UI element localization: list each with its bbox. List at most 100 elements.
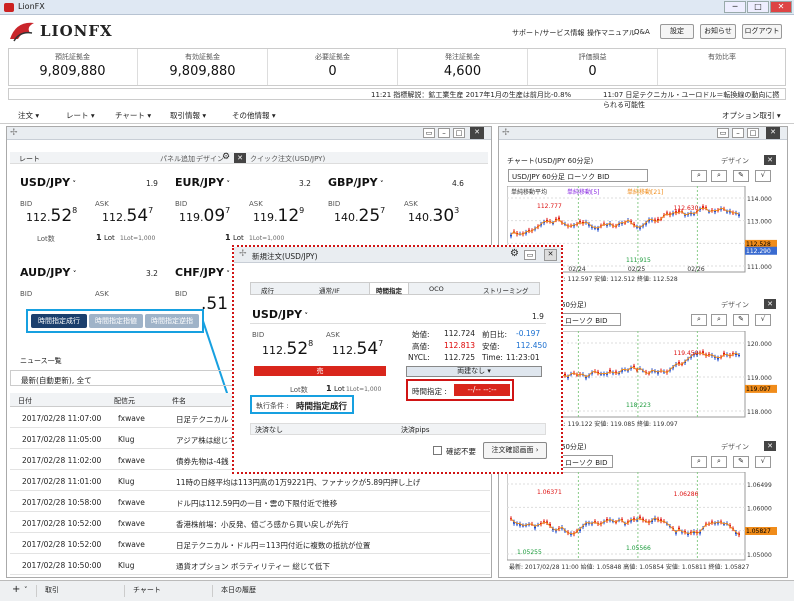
news-row[interactable]: 2017/02/28 10:58:00 fxwave ドル円は112.59円の一目・… (10, 492, 490, 512)
order-confirm-button[interactable]: 注文確認画面 › (483, 442, 547, 459)
news-row[interactable]: 2017/02/28 10:52:00 fxwave 日足テクニカル・ドル円＝113… (10, 534, 490, 554)
manual-link[interactable]: 操作マニュアル (587, 28, 636, 38)
menu-chart[interactable]: チャート ▾ (115, 110, 151, 121)
indicator-icon[interactable]: √ (755, 456, 771, 468)
support-link[interactable]: サポート/サービス情報 (512, 28, 584, 38)
order-lot-value[interactable]: 1 (326, 384, 332, 393)
indicator-icon[interactable]: √ (755, 170, 771, 182)
draw-icon[interactable]: ✎ (733, 314, 749, 326)
ask-price[interactable]: 119.129 (253, 206, 304, 226)
tab-oco[interactable]: OCO (429, 285, 444, 293)
chart-selector[interactable]: ローソク BID (561, 313, 621, 326)
panel-menu-icon[interactable]: ▭ (423, 128, 435, 138)
chart-design-link[interactable]: デザイン (721, 442, 749, 452)
order-dialog-header[interactable]: ✢ 新規注文(USD/JPY) ⚙ ▭ ✕ (234, 247, 561, 263)
logout-button[interactable]: ログアウト (742, 24, 782, 39)
menu-order[interactable]: 注文 ▾ (18, 110, 39, 121)
settings-button[interactable]: 設定 (660, 24, 694, 39)
panel-close-icon[interactable]: ✕ (766, 127, 780, 139)
time-limit-button[interactable]: 時間指定指値 (89, 314, 143, 328)
confirm-checkbox[interactable] (433, 446, 442, 455)
bid-price[interactable]: 140.257 (334, 206, 385, 226)
zoom-in-icon[interactable]: ⌕ (691, 314, 707, 326)
drag-handle-icon[interactable]: ✢ (10, 128, 18, 138)
chart-close-icon[interactable]: ✕ (764, 299, 776, 309)
qa-link[interactable]: Q&A (634, 28, 650, 36)
collapse-icon[interactable]: ˅ (24, 586, 28, 594)
design-link[interactable]: デザイン (196, 154, 224, 164)
add-icon[interactable]: + (12, 584, 20, 595)
minimize-button[interactable]: ─ (724, 1, 746, 13)
chart-selector[interactable]: ローソク BID (561, 455, 613, 468)
left-panel-header[interactable]: ✢ ▭ – □ ✕ (7, 127, 491, 140)
zoom-in-icon[interactable]: ⌕ (691, 170, 707, 182)
bottom-tab-trade[interactable]: 取引 (36, 585, 126, 597)
gear-icon[interactable]: ⚙ (510, 248, 519, 259)
menu-trade-info[interactable]: 取引情報 ▾ (170, 110, 206, 121)
panel-minimize-icon[interactable]: – (732, 128, 744, 138)
time-specify-input[interactable]: --/-- --:-- (454, 384, 510, 396)
menu-rate[interactable]: レート ▾ (66, 110, 95, 121)
news-row[interactable]: 2017/02/28 10:50:00 Klug 通貨オプション ボラティリティー … (10, 555, 490, 575)
order-ask-price[interactable]: 112.547 (332, 339, 383, 359)
time-stop-button[interactable]: 時間指定逆指 (145, 314, 199, 328)
rate-tile-eurjpy[interactable]: EUR/JPY ˅ 3.2 BID ASK 119.097 119.129 1 … (175, 176, 320, 246)
bottom-tab-history[interactable]: 本日の履歴 (212, 585, 302, 597)
chart-design-link[interactable]: デザイン (721, 156, 749, 166)
bottom-tab-chart[interactable]: チャート (124, 585, 214, 597)
zoom-out-icon[interactable]: ⌕ (711, 170, 727, 182)
drag-handle-icon[interactable]: ✢ (502, 128, 510, 138)
zoom-out-icon[interactable]: ⌕ (711, 456, 727, 468)
indicator-icon[interactable]: √ (755, 314, 771, 326)
rate-close-icon[interactable]: ✕ (234, 153, 246, 163)
rate-tile-usdjpy[interactable]: USD/JPY ˅ 1.9 BID ASK 112.528 112.547 Lo… (20, 176, 165, 246)
notice-button[interactable]: お知らせ (700, 24, 736, 39)
tab-streaming[interactable]: ストリーミング (483, 285, 529, 295)
news-ticker[interactable]: 11:21 指標解説：鉱工業生産 2017年1月の生産は前月比-0.8% 11:… (8, 88, 786, 109)
news-row[interactable]: 2017/02/28 11:01:00 Klug 11時の日経平均は113円高の1万… (10, 471, 490, 491)
panel-close-icon[interactable]: ✕ (470, 127, 484, 139)
hedge-select[interactable]: 両建なし ▾ (406, 366, 542, 377)
panel-menu-icon[interactable]: ▭ (524, 250, 536, 260)
execution-condition[interactable]: 執行条件 : 時間指定成行 (250, 395, 354, 414)
draw-icon[interactable]: ✎ (733, 170, 749, 182)
bid-price[interactable]: .51 (201, 294, 228, 314)
chart-close-icon[interactable]: ✕ (764, 155, 776, 165)
panel-restore-icon[interactable]: □ (747, 128, 759, 138)
panel-minimize-icon[interactable]: – (438, 128, 450, 138)
lot-value[interactable]: 1 (96, 233, 102, 242)
panel-restore-icon[interactable]: □ (453, 128, 465, 138)
gear-icon[interactable]: ⚙ (222, 152, 230, 162)
bid-price[interactable]: 119.097 (179, 206, 230, 226)
panel-add-link[interactable]: パネル追加 (160, 154, 195, 164)
zoom-in-icon[interactable]: ⌕ (691, 456, 707, 468)
chart-close-icon[interactable]: ✕ (764, 441, 776, 451)
menu-option-trading[interactable]: オプション取引 ▾ (722, 110, 781, 121)
chart-design-link[interactable]: デザイン (721, 300, 749, 310)
draw-icon[interactable]: ✎ (733, 456, 749, 468)
settle-none[interactable]: 決済なし (255, 425, 283, 435)
bid-price[interactable]: 112.528 (26, 206, 77, 226)
panel-menu-icon[interactable]: ▭ (717, 128, 729, 138)
lot-value[interactable]: 1 (225, 233, 231, 242)
tab-time-specified[interactable]: 時間指定 (369, 283, 409, 295)
settle-pips[interactable]: 決済pips (401, 425, 429, 435)
order-bid-price[interactable]: 112.528 (262, 339, 313, 359)
zoom-out-icon[interactable]: ⌕ (711, 314, 727, 326)
chart-selector[interactable]: USD/JPY 60分足 ローソク BID (508, 169, 648, 182)
tab-normal-if[interactable]: 通常/IF (319, 285, 340, 295)
ask-price[interactable]: 140.303 (408, 206, 459, 226)
ask-price[interactable]: 112.547 (102, 206, 153, 226)
close-button[interactable]: ✕ (770, 1, 792, 13)
order-close-icon[interactable]: ✕ (544, 249, 557, 261)
sell-button[interactable]: 売 (254, 366, 386, 376)
quick-order-tab[interactable]: クイック注文(USD/JPY) (250, 154, 325, 164)
maximize-button[interactable]: □ (747, 1, 769, 13)
time-market-button[interactable]: 時間指定成行 (31, 314, 87, 328)
tab-market[interactable]: 成行 (261, 285, 274, 295)
menu-other-info[interactable]: その他情報 ▾ (232, 110, 276, 121)
news-row[interactable]: 2017/02/28 10:52:00 fxwave 香港株前場：小反発、値ごろ感か… (10, 513, 490, 533)
chart-canvas-eurusd[interactable]: 1.064991.060001.055001.050001.058271.063… (507, 472, 779, 572)
rate-tile-gbpjpy[interactable]: GBP/JPY ˅ 4.6 BID ASK 140.257 140.303 (328, 176, 473, 246)
right-panel-header[interactable]: ✢ ▭ – □ ✕ (499, 127, 787, 140)
